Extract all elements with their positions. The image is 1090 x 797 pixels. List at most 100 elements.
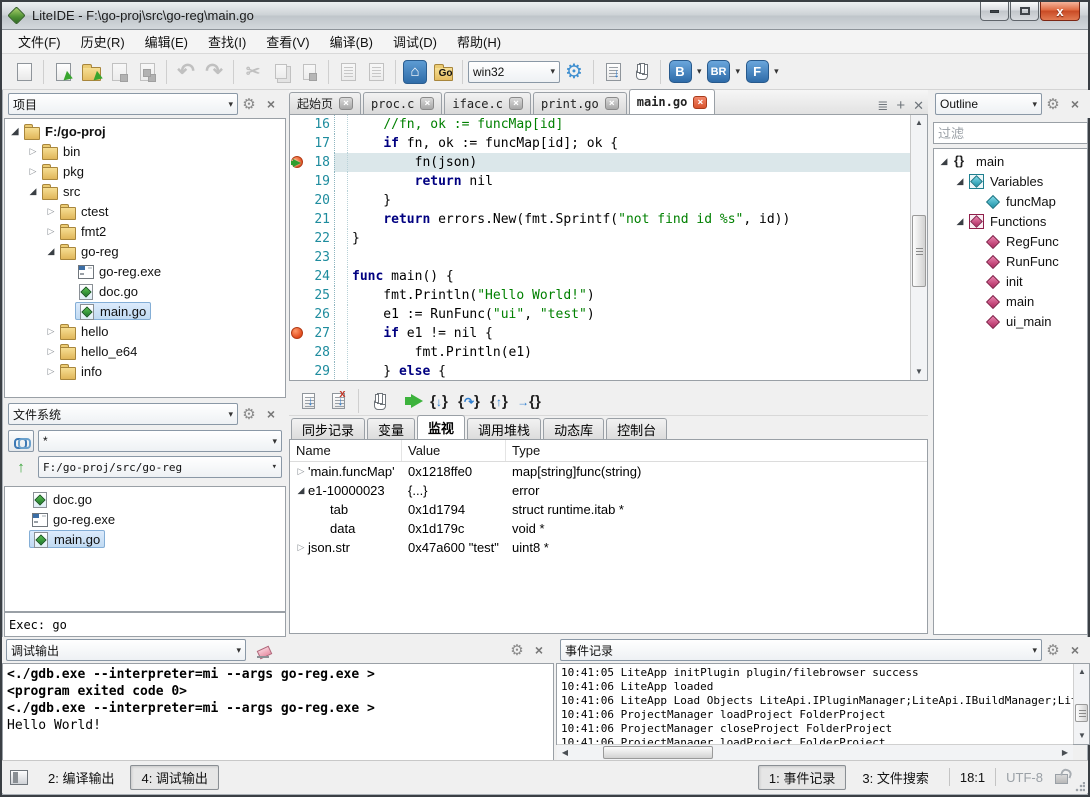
fold-margin[interactable] bbox=[334, 191, 348, 210]
tree-row[interactable]: info bbox=[5, 361, 285, 381]
filter-combo[interactable]: * ▾ bbox=[38, 430, 282, 452]
doc-action-2-button[interactable] bbox=[363, 59, 389, 85]
menu-item[interactable]: 查找(I) bbox=[198, 29, 256, 54]
gear-icon[interactable]: ⚙ bbox=[1042, 95, 1064, 113]
outline-row[interactable]: ui_main bbox=[934, 311, 1087, 331]
close-panel-icon[interactable]: × bbox=[260, 406, 282, 422]
code-text[interactable]: fmt.Println("Hello World!") bbox=[348, 288, 595, 303]
outline-row[interactable]: Variables bbox=[934, 171, 1087, 191]
outline-row[interactable]: RunFunc bbox=[934, 251, 1087, 271]
close-button[interactable]: x bbox=[1040, 2, 1080, 21]
debug-tab[interactable]: 变量 bbox=[367, 418, 415, 439]
tree-expander-icon[interactable] bbox=[27, 166, 39, 177]
minimize-button[interactable] bbox=[980, 2, 1009, 21]
code-text[interactable]: fmt.Println(e1) bbox=[348, 345, 532, 360]
copy-button[interactable] bbox=[268, 59, 294, 85]
open-file-button[interactable] bbox=[50, 59, 76, 85]
tree-expander-icon[interactable] bbox=[294, 542, 308, 553]
menu-item[interactable]: 文件(F) bbox=[8, 29, 71, 54]
path-combo[interactable]: F:/go-proj/src/go-reg ▾ bbox=[38, 456, 282, 478]
code-text[interactable]: if fn, ok := funcMap[id]; ok { bbox=[348, 136, 618, 151]
outline-row[interactable]: main bbox=[934, 151, 1087, 171]
gear-icon[interactable]: ⚙ bbox=[506, 641, 528, 659]
tree-expander-icon[interactable] bbox=[27, 146, 39, 157]
tree-expander-icon[interactable] bbox=[27, 186, 39, 197]
tree-expander-icon[interactable] bbox=[9, 126, 21, 137]
tree-row[interactable]: doc.go bbox=[5, 281, 285, 301]
tree-row[interactable]: hello bbox=[5, 321, 285, 341]
env-config-button[interactable]: ⚙ bbox=[561, 59, 587, 85]
doc-action-1-button[interactable] bbox=[335, 59, 361, 85]
tree-expander-icon[interactable] bbox=[45, 366, 57, 377]
code-pane[interactable]: 16 //fn, ok := funcMap[id]17 if fn, ok :… bbox=[290, 115, 910, 380]
fold-margin[interactable] bbox=[334, 324, 348, 343]
tree-row[interactable]: pkg bbox=[5, 161, 285, 181]
watch-row[interactable]: 'main.funcMap' 0x1218ffe0 map[string]fun… bbox=[290, 462, 927, 481]
tree-expander-icon[interactable] bbox=[45, 246, 57, 257]
debug-output-toggle[interactable]: 4: 调试输出 bbox=[130, 765, 218, 790]
tree-row[interactable]: F:/go-proj bbox=[5, 121, 285, 141]
gear-icon[interactable]: ⚙ bbox=[238, 405, 260, 423]
file-search-toggle[interactable]: 3: 文件搜索 bbox=[862, 768, 928, 787]
undo-button[interactable]: ↶ bbox=[173, 59, 199, 85]
menu-item[interactable]: 帮助(H) bbox=[447, 29, 511, 54]
fold-margin[interactable] bbox=[334, 210, 348, 229]
gutter[interactable]: 21 bbox=[290, 210, 334, 229]
debug-tab[interactable]: 控制台 bbox=[606, 418, 667, 439]
open-folder-button[interactable] bbox=[78, 59, 104, 85]
column-header-type[interactable]: Type bbox=[506, 440, 927, 461]
gutter[interactable]: 16 bbox=[290, 115, 334, 134]
menu-item[interactable]: 编译(B) bbox=[320, 29, 383, 54]
cut-button[interactable]: ✂ bbox=[240, 59, 266, 85]
code-text[interactable]: } bbox=[348, 231, 360, 246]
outline-panel-combo[interactable]: Outline ▾ bbox=[935, 93, 1042, 115]
tree-row[interactable]: main.go bbox=[5, 301, 285, 321]
gutter[interactable]: 26 bbox=[290, 305, 334, 324]
project-panel-combo[interactable]: 项目 ▾ bbox=[8, 93, 238, 115]
code-text[interactable]: if e1 != nil { bbox=[348, 326, 493, 341]
export-log-button[interactable]: ↓ bbox=[294, 388, 322, 414]
tab-close-icon[interactable]: × bbox=[339, 97, 353, 110]
gutter[interactable]: 29 bbox=[290, 362, 334, 380]
gutter[interactable]: 25 bbox=[290, 286, 334, 305]
editor-tab[interactable]: proc.c × bbox=[363, 92, 442, 114]
code-editor[interactable]: 16 //fn, ok := funcMap[id]17 if fn, ok :… bbox=[289, 115, 928, 381]
code-text[interactable]: e1 := RunFunc("ui", "test") bbox=[348, 307, 595, 322]
tree-expander-icon[interactable] bbox=[45, 206, 57, 217]
debug-tab[interactable]: 监视 bbox=[417, 415, 465, 439]
watch-row[interactable]: tab 0x1d1794 struct runtime.itab * bbox=[290, 500, 927, 519]
gutter[interactable]: 17 bbox=[290, 134, 334, 153]
scroll-down-icon[interactable]: ▼ bbox=[911, 364, 927, 380]
gear-icon[interactable]: ⚙ bbox=[1042, 641, 1064, 659]
home-button[interactable]: ⌂ bbox=[402, 59, 428, 85]
export-doc-button[interactable]: ↓ bbox=[600, 59, 626, 85]
gutter[interactable]: 24 bbox=[290, 267, 334, 286]
tab-close-icon[interactable]: × bbox=[509, 97, 523, 110]
step-out-button[interactable]: {↑} bbox=[485, 388, 513, 414]
editor-scrollbar[interactable]: ▲ ▼ bbox=[910, 115, 927, 380]
scroll-down-icon[interactable]: ▼ bbox=[1074, 728, 1090, 744]
outline-row[interactable]: RegFunc bbox=[934, 231, 1087, 251]
close-panel-icon[interactable]: × bbox=[1064, 96, 1086, 112]
close-panel-icon[interactable]: × bbox=[260, 96, 282, 112]
tree-row[interactable]: hello_e64 bbox=[5, 341, 285, 361]
maximize-button[interactable] bbox=[1010, 2, 1039, 21]
debug-output-body[interactable]: <./gdb.exe --interpreter=mi --args go-re… bbox=[2, 663, 554, 761]
step-into-button[interactable]: {↓} bbox=[425, 388, 453, 414]
scroll-up-icon[interactable]: ▲ bbox=[1074, 664, 1090, 680]
editor-tab[interactable]: print.go × bbox=[533, 92, 627, 114]
tab-list-icon[interactable]: ≣ bbox=[877, 98, 888, 114]
code-text[interactable]: } bbox=[348, 193, 391, 208]
debug-tab[interactable]: 同步记录 bbox=[291, 418, 365, 439]
fold-margin[interactable] bbox=[334, 305, 348, 324]
file-row[interactable]: go-reg.exe bbox=[5, 509, 285, 529]
build-button[interactable]: B bbox=[667, 59, 693, 85]
gutter[interactable]: 20 bbox=[290, 191, 334, 210]
tree-expander-icon[interactable] bbox=[45, 326, 57, 337]
watch-row[interactable]: json.str 0x47a600 "test" uint8 * bbox=[290, 538, 927, 557]
event-log-toggle[interactable]: 1: 事件记录 bbox=[758, 765, 846, 790]
find-dropdown-icon[interactable]: ▾ bbox=[774, 66, 779, 77]
code-text[interactable]: return errors.New(fmt.Sprintf("not find … bbox=[348, 212, 790, 227]
scroll-up-icon[interactable]: ▲ bbox=[911, 115, 927, 131]
event-log-hscrollbar[interactable]: ◀ ▶ bbox=[557, 744, 1073, 760]
